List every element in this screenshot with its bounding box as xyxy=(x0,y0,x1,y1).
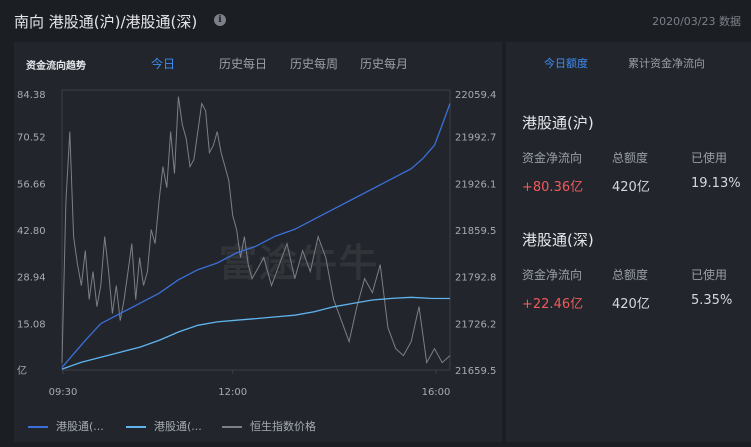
y-left-tick: 42.80 xyxy=(17,226,46,237)
flow-value-sh: +80.36亿 xyxy=(522,180,584,195)
y-left-tick: 28.94 xyxy=(17,273,46,284)
legend-item-sh[interactable]: 港股通(... xyxy=(28,418,104,434)
used-value-sz: 5.35% xyxy=(691,293,733,308)
y-right-tick: 21792.8 xyxy=(455,273,496,284)
data-date: 2020/03/23 数据 xyxy=(652,15,741,28)
y-left-tick: 84.38 xyxy=(17,90,46,101)
page-title: 南向 港股通(沪)/港股通(深) xyxy=(14,13,198,31)
chart-panel: 资金流向趋势 今日 历史每日 历史每周 历史每月 富途牛牛 84.38 70.52… xyxy=(14,42,502,442)
flow-value-sz: +22.46亿 xyxy=(522,297,584,312)
y-right-tick: 21859.5 xyxy=(455,226,496,237)
legend-swatch-sh xyxy=(28,426,48,428)
y-right-tick: 21726.2 xyxy=(455,319,496,330)
legend-item-hsi[interactable]: 恒生指数价格 xyxy=(222,418,316,434)
x-tick: 12:00 xyxy=(218,387,247,398)
section-title-sz: 港股通(深) xyxy=(522,231,594,249)
legend-item-sz[interactable]: 港股通(... xyxy=(126,418,202,434)
legend-label-sh: 港股通(... xyxy=(56,420,104,433)
series-line-2 xyxy=(61,96,451,365)
y-left-tick: 70.52 xyxy=(17,133,46,144)
tab-today-quota[interactable]: 今日额度 xyxy=(544,55,588,71)
series-line-0 xyxy=(61,103,451,368)
tab-cumulative-flow[interactable]: 累计资金净流向 xyxy=(628,55,705,71)
legend-label-hsi: 恒生指数价格 xyxy=(250,420,316,433)
col-label-flow: 资金净流向 xyxy=(522,151,583,165)
section-title-sh: 港股通(沪) xyxy=(522,114,594,132)
y-right-tick: 21992.7 xyxy=(455,133,496,144)
legend-swatch-hsi xyxy=(222,426,242,428)
used-value-sh: 19.13% xyxy=(691,176,741,191)
quota-panel: 今日额度 累计资金净流向 港股通(沪) 资金净流向 总额度 已使用 +80.36… xyxy=(506,42,751,442)
col-label-quota: 总额度 xyxy=(612,268,649,282)
plot-frame xyxy=(61,89,451,371)
y-right-tick: 21926.1 xyxy=(455,179,496,190)
legend-label-sz: 港股通(... xyxy=(154,420,202,433)
y-left-tick: 56.66 xyxy=(17,179,46,190)
quota-value-sh: 420亿 xyxy=(612,180,650,195)
series-line-1 xyxy=(61,296,451,370)
y-left-tick: 亿 xyxy=(17,364,27,377)
y-left-tick: 15.08 xyxy=(17,319,46,330)
col-label-quota: 总额度 xyxy=(612,151,649,165)
col-label-used: 已使用 xyxy=(691,151,728,165)
legend-swatch-sz xyxy=(126,426,146,428)
col-label-flow: 资金净流向 xyxy=(522,268,583,282)
info-icon[interactable]: i xyxy=(214,14,226,26)
y-right-tick: 21659.5 xyxy=(455,366,496,377)
y-right-tick: 22059.4 xyxy=(455,90,496,101)
x-tick: 09:30 xyxy=(49,387,78,398)
header: 南向 港股通(沪)/港股通(深) i 2020/03/23 数据 xyxy=(0,0,751,42)
quota-value-sz: 420亿 xyxy=(612,297,650,312)
flow-chart: 84.38 70.52 56.66 42.80 28.94 15.08 亿 22059.4 2… xyxy=(17,89,496,398)
x-tick: 16:00 xyxy=(422,387,451,398)
col-label-used: 已使用 xyxy=(691,268,728,282)
